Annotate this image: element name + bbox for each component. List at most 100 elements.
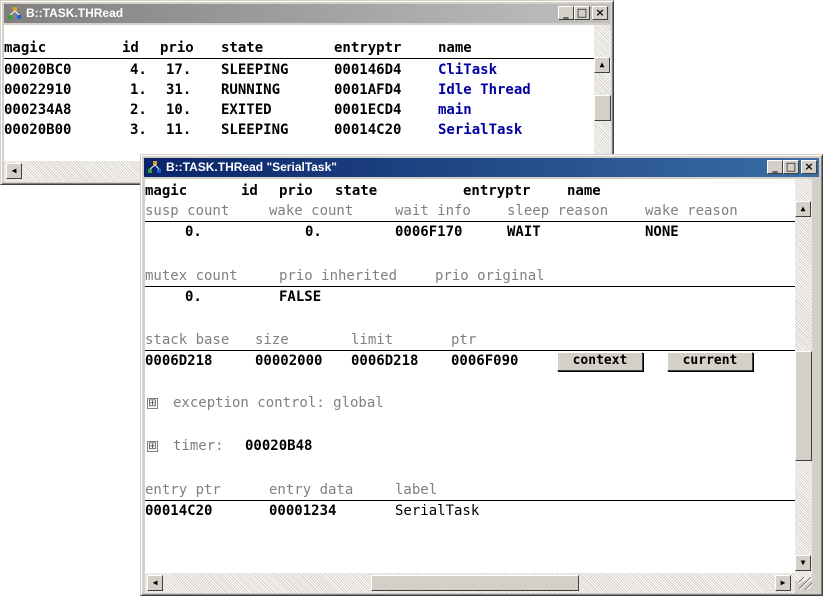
cell-id: 3. bbox=[130, 122, 147, 138]
cell-id: 4. bbox=[130, 62, 147, 78]
scroll-down-button[interactable]: ▼ bbox=[795, 555, 811, 571]
scroll-thumb[interactable] bbox=[594, 95, 611, 121]
col-id: id bbox=[122, 40, 139, 56]
col-prio: prio bbox=[279, 183, 313, 199]
expand-plus-icon[interactable]: ⊞ bbox=[147, 398, 158, 409]
col-id: id bbox=[241, 183, 258, 199]
task-detail-titlebar[interactable]: B::TASK.THRead "SerialTask" _ □ × bbox=[144, 158, 819, 177]
label-mutex-count: mutex count bbox=[145, 268, 238, 284]
scroll-up-button[interactable]: ▲ bbox=[795, 201, 811, 217]
cell-id: 2. bbox=[130, 102, 147, 118]
minimize-button[interactable]: _ bbox=[558, 6, 574, 20]
label-ptr: ptr bbox=[451, 332, 477, 348]
cell-name-link[interactable]: CliTask bbox=[438, 61, 497, 79]
cell-id: 1. bbox=[130, 82, 147, 98]
app-icon bbox=[148, 161, 161, 173]
label-sleep-reason: sleep reason bbox=[507, 203, 609, 219]
task-list-content: magic id prio state entryptr name 00020B… bbox=[4, 25, 594, 161]
cell-entryptr: 000146D4 bbox=[334, 62, 402, 78]
task-list-titlebar[interactable]: B::TASK.THRead _ □ × bbox=[4, 4, 610, 23]
label-prio-original: prio original bbox=[435, 268, 545, 284]
label-limit: limit bbox=[351, 332, 394, 348]
value-limit: 0006D218 bbox=[351, 353, 419, 369]
label-wake-count: wake count bbox=[269, 203, 354, 219]
value-size: 00002000 bbox=[255, 353, 323, 369]
close-button[interactable]: × bbox=[592, 6, 608, 20]
close-button[interactable]: × bbox=[801, 160, 817, 174]
col-entryptr: entryptr bbox=[463, 183, 531, 199]
app-icon bbox=[8, 7, 21, 19]
value-prio-inherited: FALSE bbox=[279, 289, 322, 305]
exception-control-label: exception control: global bbox=[173, 395, 384, 411]
cell-prio: 31. bbox=[166, 82, 192, 98]
label-entry-ptr: entry ptr bbox=[145, 482, 221, 498]
col-magic: magic bbox=[145, 183, 188, 199]
col-name: name bbox=[438, 40, 472, 56]
resize-grip-icon[interactable] bbox=[799, 577, 812, 590]
cell-magic: 00020B00 bbox=[4, 122, 72, 138]
cell-name-link[interactable]: SerialTask bbox=[438, 121, 522, 139]
label-label: label bbox=[395, 482, 438, 498]
value-wait-info: 0006F170 bbox=[395, 224, 463, 240]
col-name: name bbox=[567, 183, 601, 199]
label-entry-data: entry data bbox=[269, 482, 354, 498]
label-susp-count: susp count bbox=[145, 203, 230, 219]
task-list-title: B::TASK.THRead bbox=[26, 6, 124, 20]
col-state: state bbox=[335, 183, 378, 199]
section-divider bbox=[145, 286, 795, 287]
label-wait-info: wait info bbox=[395, 203, 471, 219]
value-entry-ptr: 00014C20 bbox=[145, 503, 213, 519]
value-stack-base: 0006D218 bbox=[145, 353, 213, 369]
cell-state: EXITED bbox=[221, 102, 272, 118]
value-mutex-count: 0. bbox=[185, 289, 202, 305]
label-prio-inherited: prio inherited bbox=[279, 268, 398, 284]
cell-entryptr: 0001ECD4 bbox=[334, 102, 402, 118]
task-detail-content: magic id prio state entryptr name susp c… bbox=[145, 179, 795, 581]
cell-prio: 17. bbox=[166, 62, 192, 78]
cell-name-link[interactable]: Idle Thread bbox=[438, 81, 531, 99]
context-button[interactable]: context bbox=[557, 352, 643, 371]
col-magic: magic bbox=[4, 40, 47, 56]
expand-plus-icon[interactable]: ⊞ bbox=[147, 441, 158, 452]
col-entryptr: entryptr bbox=[334, 40, 402, 56]
label-stack-base: stack base bbox=[145, 332, 230, 348]
scroll-left-button[interactable]: ◀ bbox=[147, 575, 163, 591]
section-divider bbox=[145, 221, 795, 222]
cell-magic: 000234A8 bbox=[4, 102, 72, 118]
value-label: SerialTask bbox=[395, 503, 480, 519]
value-wake-count: 0. bbox=[305, 224, 322, 240]
cell-state: SLEEPING bbox=[221, 122, 289, 138]
cell-entryptr: 0001AFD4 bbox=[334, 82, 402, 98]
scroll-up-button[interactable]: ▲ bbox=[594, 57, 610, 73]
value-sleep-reason: WAIT bbox=[507, 224, 541, 240]
maximize-button[interactable]: □ bbox=[574, 6, 590, 20]
cell-magic: 00022910 bbox=[4, 82, 72, 98]
value-susp-count: 0. bbox=[185, 224, 202, 240]
cell-magic: 00020BC0 bbox=[4, 62, 72, 78]
section-divider bbox=[145, 350, 795, 351]
value-wake-reason: NONE bbox=[645, 224, 679, 240]
timer-label: timer: bbox=[173, 438, 224, 454]
scroll-left-button[interactable]: ◀ bbox=[6, 163, 22, 179]
scroll-right-button[interactable]: ▶ bbox=[775, 575, 791, 591]
current-button[interactable]: current bbox=[667, 352, 753, 371]
cell-name-link[interactable]: main bbox=[438, 101, 472, 119]
scroll-thumb[interactable] bbox=[371, 575, 579, 591]
task-list-vscrollbar[interactable]: ▲ bbox=[594, 25, 611, 161]
task-detail-title: B::TASK.THRead "SerialTask" bbox=[166, 160, 337, 174]
minimize-button[interactable]: _ bbox=[767, 160, 783, 174]
timer-value: 00020B48 bbox=[245, 438, 313, 454]
label-wake-reason: wake reason bbox=[645, 203, 738, 219]
task-detail-vscrollbar[interactable]: ▲ ▼ bbox=[795, 179, 812, 581]
cell-entryptr: 00014C20 bbox=[334, 122, 402, 138]
value-ptr: 0006F090 bbox=[451, 353, 519, 369]
cell-prio: 11. bbox=[166, 122, 192, 138]
task-detail-hscrollbar[interactable]: ◀ ▶ bbox=[145, 573, 795, 593]
cell-state: RUNNING bbox=[221, 82, 281, 98]
scroll-thumb[interactable] bbox=[795, 351, 812, 461]
maximize-button[interactable]: □ bbox=[783, 160, 799, 174]
cell-prio: 10. bbox=[166, 102, 192, 118]
col-prio: prio bbox=[160, 40, 194, 56]
task-detail-window[interactable]: B::TASK.THRead "SerialTask" _ □ × magic … bbox=[140, 154, 823, 596]
section-divider bbox=[145, 500, 795, 501]
